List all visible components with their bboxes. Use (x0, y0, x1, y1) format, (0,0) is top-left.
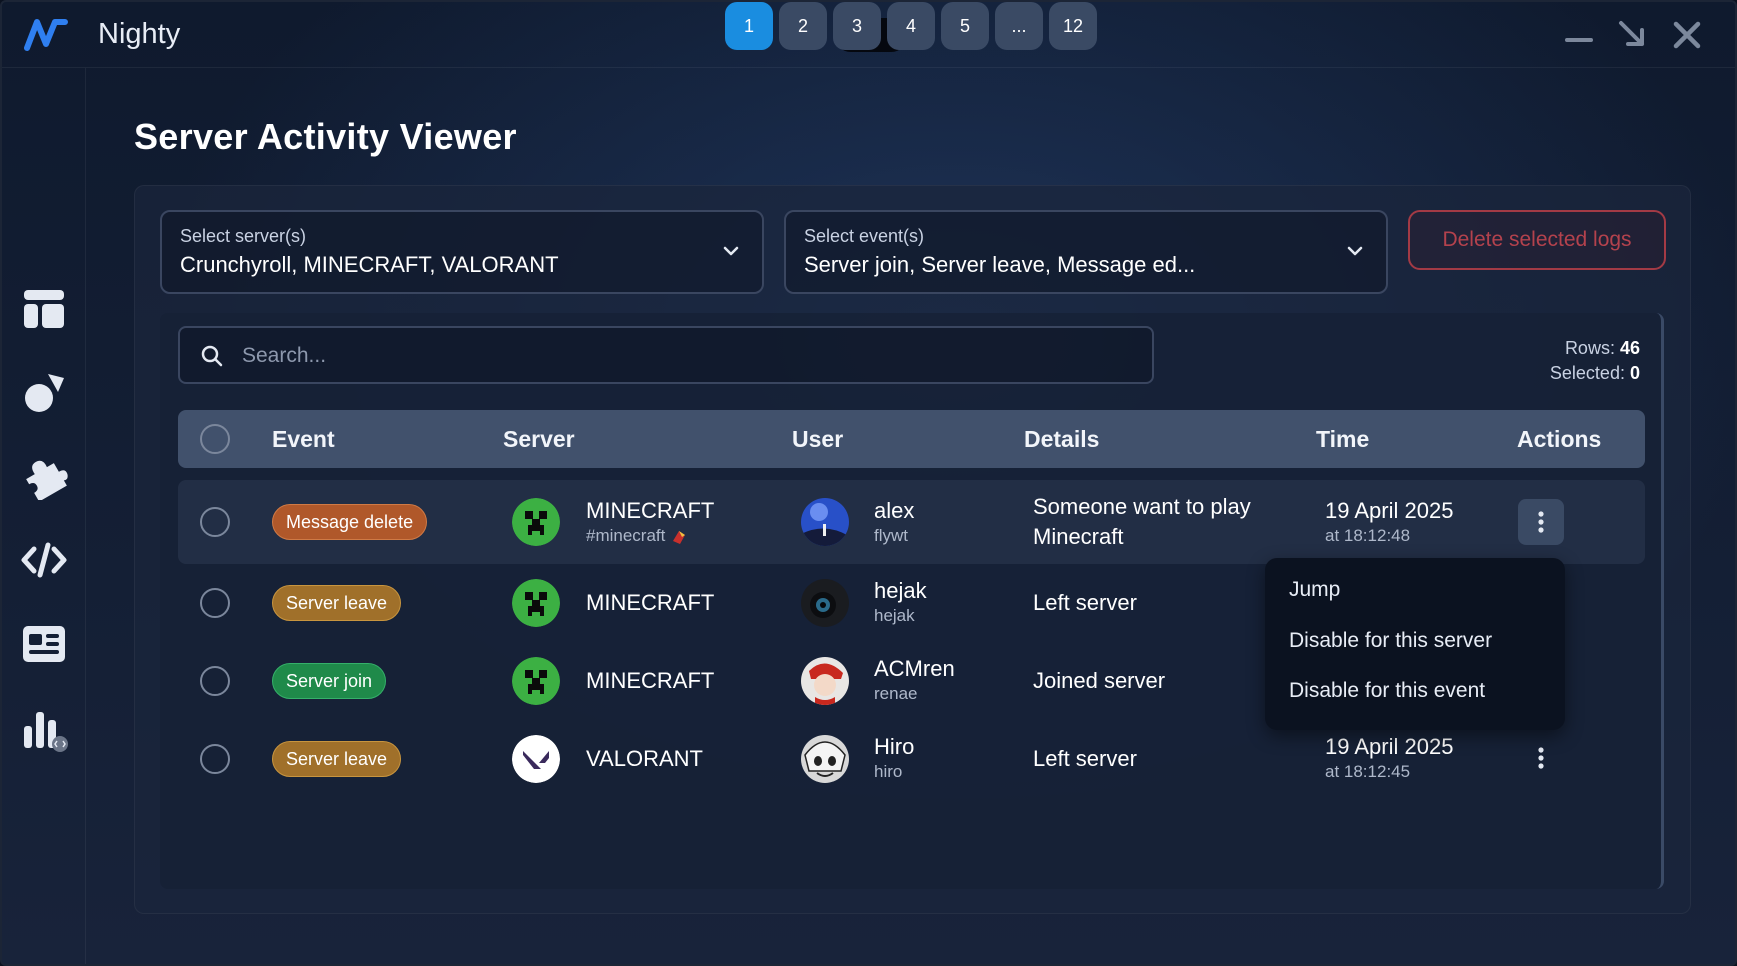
row-counts: Rows: 46 Selected: 0 (1550, 336, 1640, 386)
server-name: MINECRAFT (586, 668, 715, 693)
header-details[interactable]: Details (1024, 426, 1099, 453)
page-ellipsis[interactable]: ... (995, 2, 1043, 50)
server-name: MINECRAFT (586, 590, 715, 615)
user-name: alex (874, 498, 915, 523)
page-button-2[interactable]: 2 (779, 2, 827, 50)
page-button-12[interactable]: 12 (1049, 2, 1097, 50)
event-select[interactable]: Select event(s) Server join, Server leav… (784, 210, 1388, 294)
more-vertical-icon (1538, 511, 1544, 533)
user-name: ACMren (874, 656, 955, 681)
server-select[interactable]: Select server(s) Crunchyroll, MINECRAFT,… (160, 210, 764, 294)
menu-item-disable-server[interactable]: Disable for this server (1289, 629, 1492, 653)
code-icon[interactable] (20, 536, 68, 584)
more-vertical-icon (1538, 747, 1544, 769)
header-actions: Actions (1517, 426, 1602, 452)
event-badge: Server leave (272, 741, 402, 777)
row-actions-button[interactable] (1518, 499, 1564, 545)
search-input[interactable]: Search... (178, 326, 1154, 384)
menu-item-disable-event[interactable]: Disable for this event (1289, 679, 1485, 703)
event-details: Someone want to play Minecraft (1033, 494, 1251, 549)
event-badge: Server leave (272, 585, 402, 621)
channel-name: #minecraft (586, 526, 688, 546)
header-event[interactable]: Event (272, 426, 335, 453)
header-time[interactable]: Time (1316, 426, 1369, 453)
row-checkbox[interactable] (200, 744, 230, 774)
event-date: 19 April 2025 (1325, 498, 1454, 523)
row-actions-button[interactable] (1518, 735, 1564, 781)
delete-selected-logs-button[interactable]: Delete selected logs (1408, 210, 1666, 270)
event-date: 19 April 2025 (1325, 734, 1454, 759)
header-user[interactable]: User (792, 426, 843, 453)
user-avatar (801, 735, 849, 783)
emoji-icon (673, 530, 686, 544)
user-avatar (801, 498, 849, 546)
user-name: Hiro (874, 734, 915, 759)
analytics-icon[interactable] (20, 704, 68, 752)
select-all-checkbox[interactable] (200, 424, 230, 454)
search-icon (201, 345, 223, 367)
event-select-value: Server join, Server leave, Message ed... (804, 252, 1196, 277)
valorant-server-icon (512, 735, 560, 783)
user-avatar (801, 579, 849, 627)
event-badge: Message delete (272, 504, 428, 540)
puzzle-icon[interactable] (20, 452, 68, 500)
nighty-logo-icon (24, 19, 68, 51)
event-details: Left server (1033, 746, 1137, 771)
event-badge: Server join (272, 663, 387, 699)
chevron-down-icon (723, 246, 739, 256)
event-details: Joined server (1033, 668, 1166, 693)
dashboard-icon[interactable] (20, 284, 68, 332)
server-select-value: Crunchyroll, MINECRAFT, VALORANT (180, 252, 559, 277)
event-select-label: Select event(s) (804, 226, 925, 246)
page-button-5[interactable]: 5 (941, 2, 989, 50)
page-button-4[interactable]: 4 (887, 2, 935, 50)
row-checkbox[interactable] (200, 588, 230, 618)
event-time: at 18:12:45 (1325, 762, 1411, 781)
selected-label: Selected: (1549, 363, 1625, 383)
user-avatar (801, 657, 849, 705)
page-title: Server Activity Viewer (134, 116, 517, 157)
close-icon[interactable] (1670, 18, 1704, 52)
selected-count: 0 (1629, 363, 1640, 383)
user-handle: flywt (874, 526, 908, 545)
event-time: at 18:12:48 (1325, 526, 1411, 545)
server-name: MINECRAFT (586, 498, 715, 523)
shrink-icon[interactable] (1616, 18, 1650, 52)
sidebar (2, 68, 86, 964)
server-name: VALORANT (586, 746, 703, 771)
minecraft-server-icon (512, 498, 560, 546)
user-handle: hiro (874, 762, 903, 781)
row-context-menu: Jump Disable for this server Disable for… (1265, 558, 1565, 730)
row-checkbox[interactable] (200, 507, 230, 537)
id-card-icon[interactable] (20, 620, 68, 668)
search-placeholder: Search... (242, 344, 327, 367)
header-server[interactable]: Server (503, 426, 575, 453)
table-row[interactable]: Message delete MINECRAFT #minecraft alex… (178, 480, 1645, 564)
server-select-label: Select server(s) (180, 226, 307, 246)
user-handle: renae (874, 684, 918, 703)
minimize-icon[interactable] (1562, 18, 1596, 52)
app-title: Nighty (98, 18, 181, 50)
app-window: Nighty Server Activity Viewer Select ser… (0, 0, 1737, 966)
minecraft-server-icon (512, 657, 560, 705)
event-details: Left server (1033, 590, 1137, 615)
user-name: hejak (874, 578, 927, 603)
menu-item-jump[interactable]: Jump (1289, 578, 1340, 602)
page-button-1[interactable]: 1 (725, 2, 773, 50)
rows-count: 46 (1619, 338, 1640, 358)
user-handle: hejak (874, 606, 915, 625)
shapes-icon[interactable] (20, 368, 68, 416)
rows-label: Rows: (1564, 338, 1615, 358)
minecraft-server-icon (512, 579, 560, 627)
page-button-3[interactable]: 3 (833, 2, 881, 50)
table-header: Event Server User Details Time Actions (178, 410, 1645, 468)
chevron-down-icon (1347, 246, 1363, 256)
row-checkbox[interactable] (200, 666, 230, 696)
